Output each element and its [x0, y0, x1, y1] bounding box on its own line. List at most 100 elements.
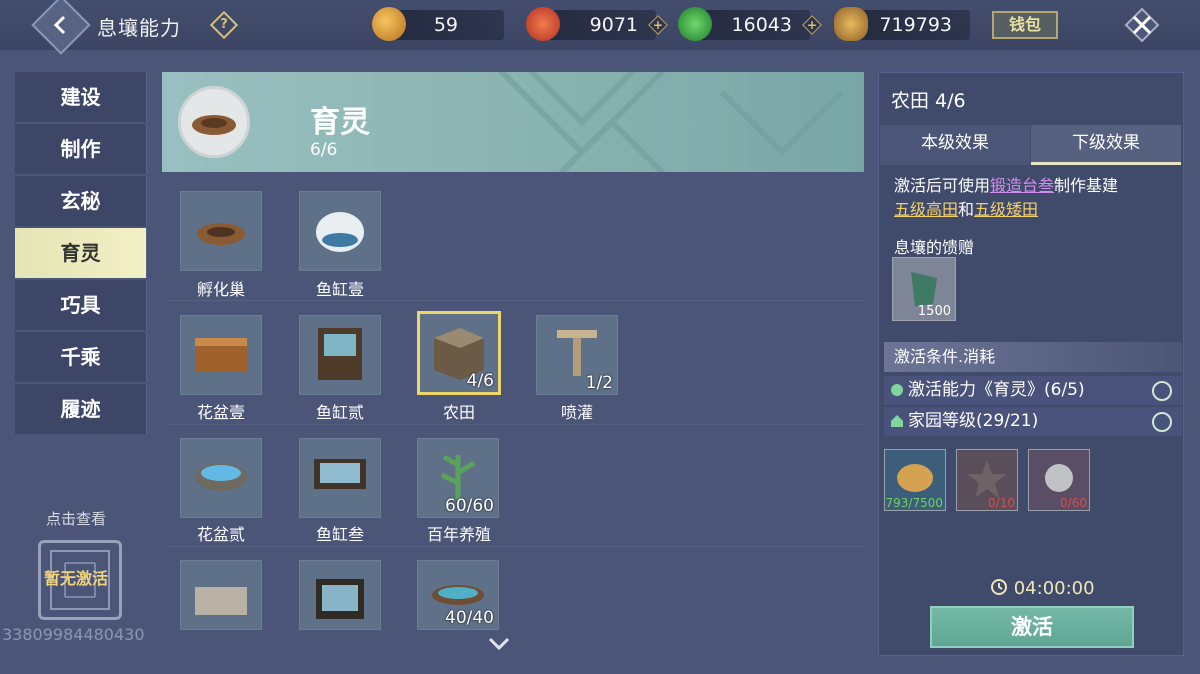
item-name: 鱼缸叁 — [315, 525, 364, 544]
item-row4-2[interactable] — [299, 560, 381, 630]
item-name: 喷灌 — [560, 403, 593, 422]
check-icon — [1152, 412, 1172, 432]
desc-text: 制作基建 — [1054, 176, 1119, 195]
item-count: 4/6 — [466, 371, 494, 391]
material-pearl[interactable]: 0/60 — [1028, 449, 1090, 511]
check-icon — [1152, 381, 1172, 401]
row-divider — [168, 546, 864, 547]
view-hint: 点击查看 — [46, 510, 107, 528]
item-name: 鱼缸壹 — [315, 280, 364, 299]
item-centennial-breeding[interactable]: 60/60 — [417, 438, 499, 518]
nav-item-qiansheng[interactable]: 千乘 — [15, 332, 147, 382]
link-high-field[interactable]: 五级高田 — [894, 200, 958, 219]
item-count: 40/40 — [445, 608, 494, 628]
item-sprinkler[interactable]: 1/2 — [536, 315, 618, 395]
nest-icon — [197, 223, 245, 245]
aquarium-icon — [316, 579, 364, 619]
add-jade-currency-button[interactable]: + — [802, 15, 822, 35]
row-divider — [168, 424, 864, 425]
aquarium-table-icon — [314, 459, 366, 489]
fishbowl-icon — [316, 212, 364, 252]
item-row4-1[interactable] — [180, 560, 262, 630]
currency-jade: 16043 + — [678, 7, 822, 41]
back-button[interactable] — [31, 0, 91, 55]
nav-item-zhizuo[interactable]: 制作 — [15, 124, 147, 174]
tab-current-level[interactable]: 本级效果 — [880, 125, 1030, 165]
item-name: 农田 — [442, 403, 475, 422]
desc-text: 和 — [958, 200, 975, 219]
nav-item-xuanmi[interactable]: 玄秘 — [15, 176, 147, 226]
ability-icon — [891, 384, 903, 396]
material-count: 793/7500 — [885, 496, 944, 510]
gift-count: 1500 — [917, 304, 951, 319]
condition-text: 家园等级(29/21) — [908, 411, 1039, 431]
gift-header: 息壤的馈赠 — [894, 238, 975, 257]
close-icon — [1124, 7, 1160, 43]
item-fishbowl-3[interactable] — [299, 438, 381, 518]
detail-title: 农田 4/6 — [891, 90, 966, 112]
page-title: 息壤能力 — [97, 16, 181, 40]
item-name: 鱼缸贰 — [315, 403, 364, 422]
nav-item-jianshe[interactable]: 建设 — [15, 72, 147, 122]
item-name: 百年养殖 — [426, 525, 491, 544]
condition-header: 激活条件.消耗 — [884, 342, 1182, 372]
currency-gourd: 59 — [372, 7, 504, 41]
activation-timer: 04:00:00 — [990, 578, 1095, 599]
timer-text: 04:00:00 — [1013, 578, 1095, 599]
scroll-down-indicator[interactable] — [488, 636, 510, 655]
item-fishbowl-1[interactable] — [299, 191, 381, 271]
nav-item-qiaoju[interactable]: 巧具 — [15, 280, 147, 330]
gift-item[interactable]: 1500 — [892, 257, 956, 321]
item-fishbowl-2[interactable] — [299, 315, 381, 395]
link-low-field[interactable]: 五级矮田 — [974, 200, 1038, 219]
jade-coin-icon — [678, 7, 712, 41]
material-star[interactable]: 0/10 — [956, 449, 1018, 511]
item-flowerpot-1[interactable] — [180, 315, 262, 395]
wooden-planter-icon — [195, 338, 247, 372]
tab-next-level[interactable]: 下级效果 — [1031, 125, 1181, 165]
item-name: 花盆贰 — [196, 525, 245, 544]
material-shell[interactable]: 793/7500 — [884, 449, 946, 511]
plus-icon: + — [806, 18, 818, 32]
item-row4-3[interactable]: 40/40 — [417, 560, 499, 630]
category-nav: 建设 制作 玄秘 育灵 巧具 千乘 履迹 — [15, 72, 147, 436]
help-button[interactable]: ? — [209, 10, 239, 40]
condition-ability: 激活能力《育灵》(6/5) — [884, 376, 1182, 405]
item-hatching-nest[interactable] — [180, 191, 262, 271]
currency-shell: 719793 — [834, 7, 970, 41]
stone-basin-icon — [195, 463, 247, 491]
item-name: 孵化巢 — [196, 280, 245, 299]
nav-item-yuling[interactable]: 育灵 — [15, 228, 147, 278]
item-count: 60/60 — [445, 496, 494, 516]
clock-icon — [991, 579, 1007, 595]
currency-value: 59 — [433, 14, 458, 36]
row-divider — [168, 300, 864, 301]
effect-description: 激活后可使用锻造台叁制作基建 五级高田和五级矮田 — [894, 174, 1180, 222]
wallet-button[interactable]: 钱包 — [992, 11, 1058, 39]
currency-red: 9071 + — [526, 7, 668, 41]
question-icon: ? — [220, 17, 228, 32]
home-icon — [891, 415, 903, 427]
nav-item-lvji[interactable]: 履迹 — [15, 384, 147, 434]
pattern-decoration — [497, 72, 845, 172]
banner-title: 育灵 — [310, 105, 370, 140]
shell-icon — [834, 7, 868, 41]
link-forge[interactable]: 锻造台叁 — [990, 176, 1054, 195]
material-count: 0/60 — [1060, 496, 1087, 510]
item-farmland[interactable]: 4/6 — [417, 311, 501, 395]
plus-icon: + — [652, 18, 664, 32]
chevron-down-icon — [488, 637, 510, 651]
player-uid: 33809984480430 — [2, 625, 145, 644]
activate-button[interactable]: 激活 — [930, 606, 1134, 648]
condition-home-level: 家园等级(29/21) — [884, 407, 1182, 436]
stone-trough-icon — [195, 587, 247, 615]
category-banner — [162, 72, 864, 172]
item-flowerpot-2[interactable] — [180, 438, 262, 518]
banner-count: 6/6 — [310, 140, 338, 160]
aquarium-cabinet-icon — [318, 328, 362, 380]
desc-text: 激活后可使用 — [894, 176, 991, 195]
red-swirl-icon — [526, 7, 560, 41]
add-red-currency-button[interactable]: + — [648, 15, 668, 35]
close-button[interactable] — [1122, 5, 1162, 45]
material-count: 0/10 — [988, 496, 1015, 510]
